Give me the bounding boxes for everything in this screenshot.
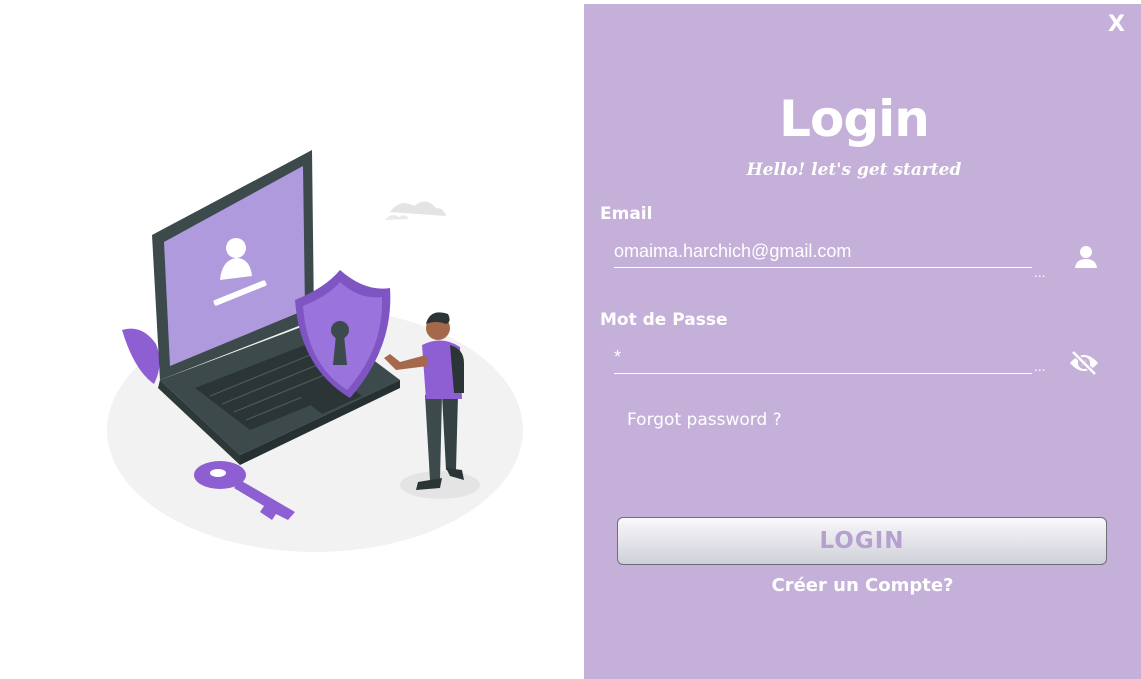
email-field-ellipsis: ... [1034, 266, 1046, 280]
eye-slash-icon[interactable] [1068, 347, 1100, 379]
login-button[interactable]: LOGIN [617, 517, 1107, 565]
create-account-link[interactable]: Créer un Compte? [584, 575, 1141, 596]
password-label: Mot de Passe [600, 310, 728, 330]
password-field-ellipsis: ... [1034, 360, 1046, 374]
illustration-pane [0, 0, 584, 679]
email-field[interactable] [614, 235, 1032, 268]
password-field[interactable] [614, 341, 1032, 374]
email-label: Email [600, 204, 653, 224]
forgot-password-link[interactable]: Forgot password ? [627, 410, 782, 430]
page-title: Login [779, 90, 930, 148]
page-subtitle: Hello! let's get started [746, 160, 962, 180]
close-button[interactable]: X [1108, 12, 1125, 37]
laptop-security-illustration [107, 150, 523, 552]
user-icon[interactable] [1070, 241, 1102, 273]
login-panel: X Login Hello! let's get started Email .… [584, 4, 1141, 679]
